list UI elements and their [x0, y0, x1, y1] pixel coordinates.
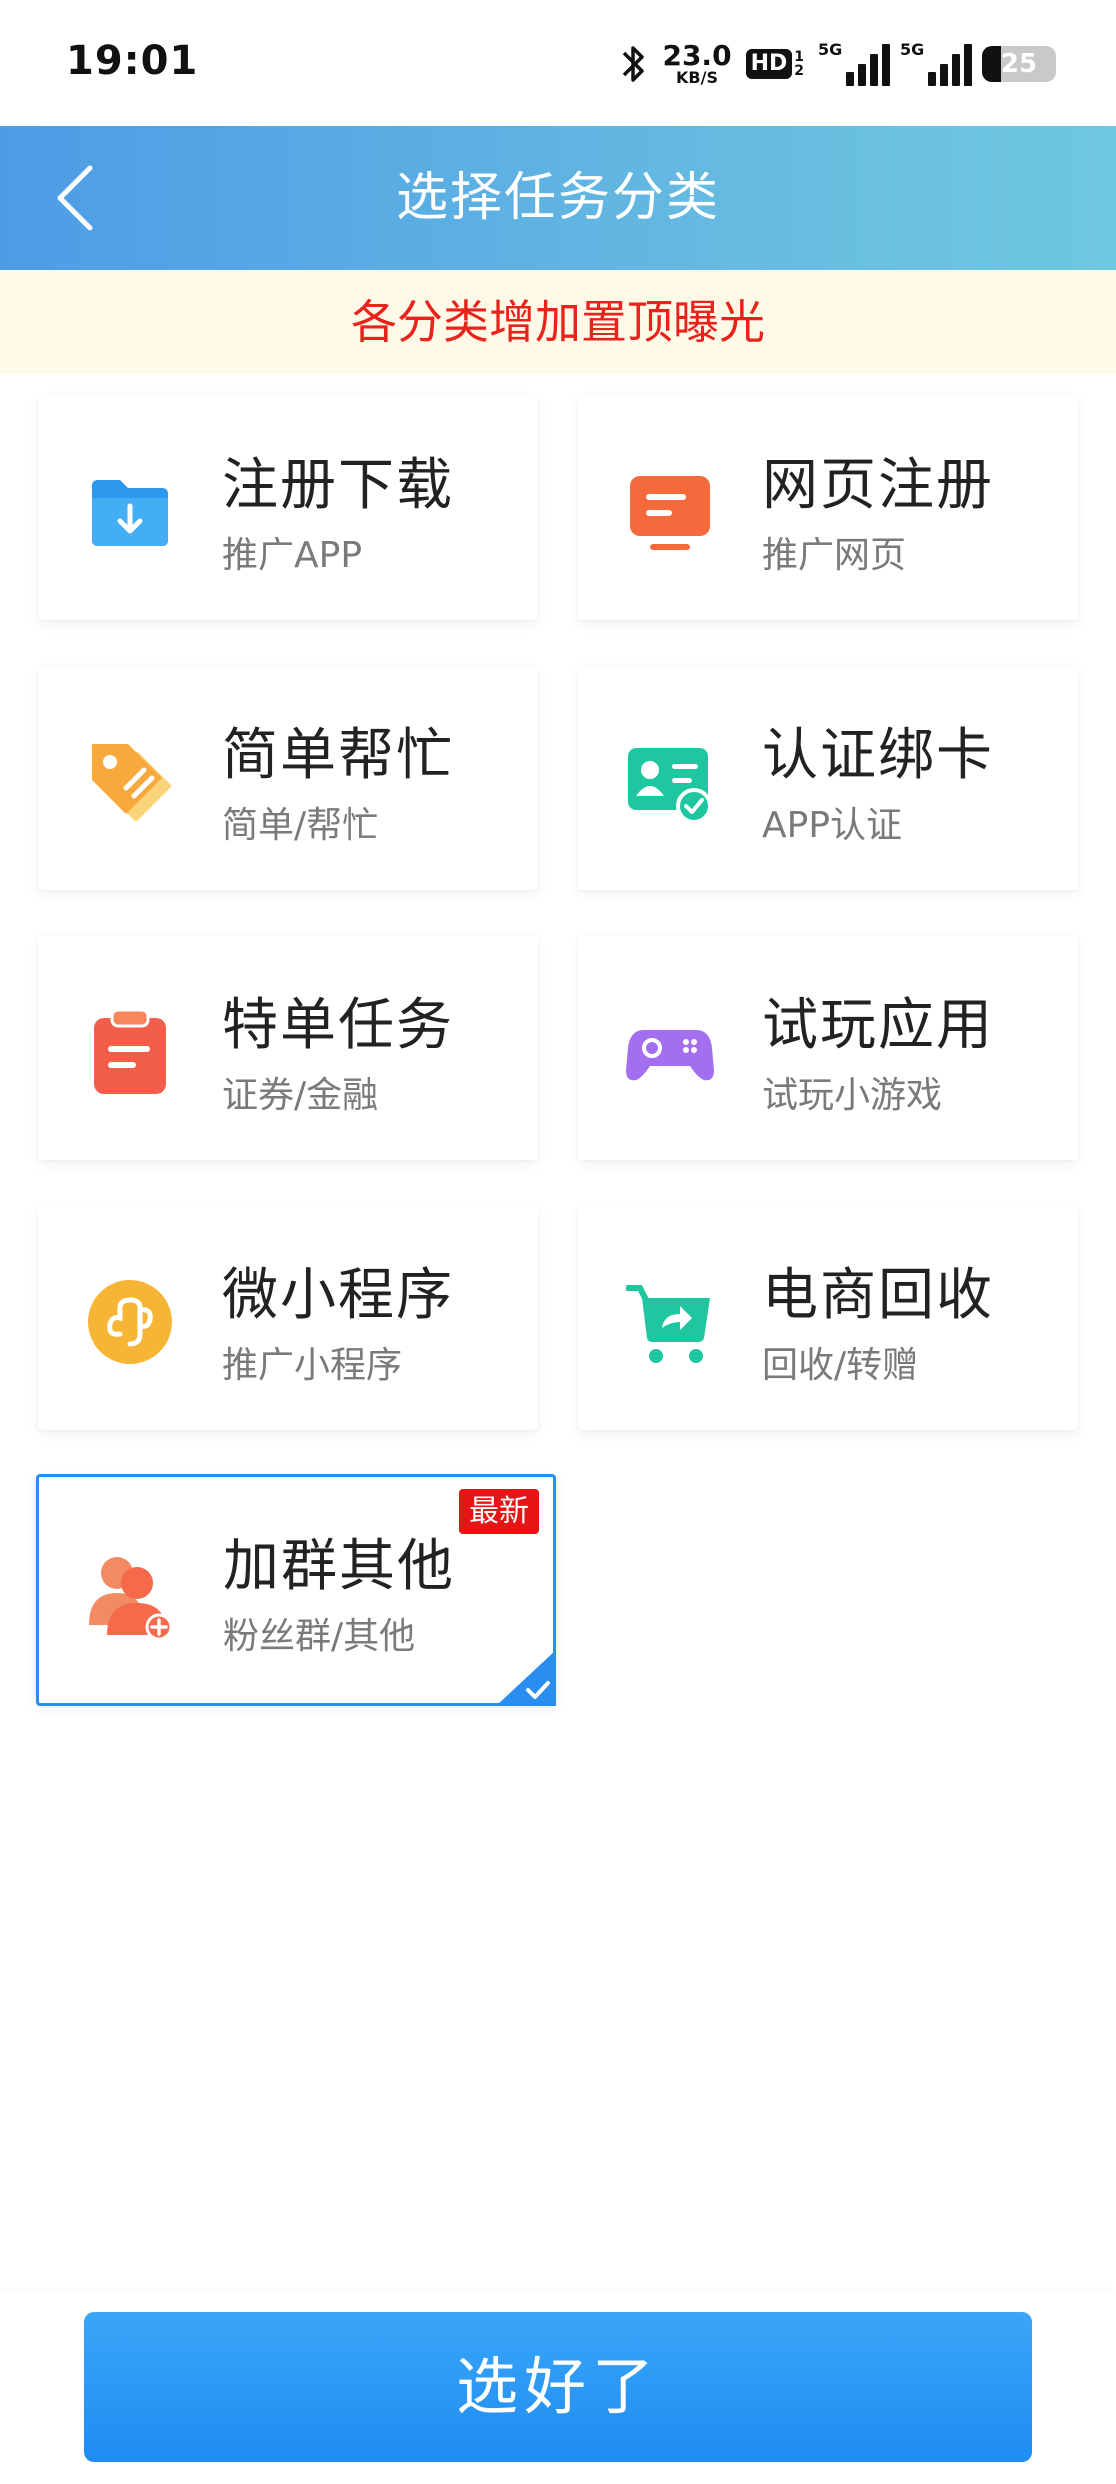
category-subtitle: 推广网页	[762, 535, 907, 576]
category-subtitle: 推广小程序	[222, 1345, 403, 1386]
category-title: 微小程序	[222, 1263, 454, 1328]
gamepad-icon	[626, 1030, 714, 1081]
status-bar: 19:01 23.0 KB/S HD 1 2 5G 5G 25	[0, 0, 1116, 126]
page-title: 选择任务分类	[395, 168, 720, 228]
bottom-bar: 选好了	[0, 2292, 1116, 2484]
confirm-button[interactable]: 选好了	[84, 2312, 1032, 2462]
new-badge: 最新	[459, 1489, 539, 1534]
cart-share-icon	[626, 1285, 710, 1363]
category-title: 特单任务	[222, 993, 454, 1058]
category-title: 电商回收	[762, 1263, 994, 1328]
check-icon	[496, 1650, 556, 1706]
mini-program-icon	[88, 1280, 172, 1364]
back-button[interactable]	[40, 162, 110, 234]
category-title: 简单帮忙	[222, 723, 454, 788]
signal-icon: 5G	[818, 40, 890, 86]
category-card-verify-card[interactable]: 认证绑卡 APP认证	[578, 666, 1078, 890]
notice-banner: 各分类增加置顶曝光	[0, 270, 1116, 374]
category-title: 认证绑卡	[762, 723, 994, 788]
category-subtitle: APP认证	[762, 805, 903, 846]
monitor-icon	[630, 476, 710, 550]
category-card-web-register[interactable]: 网页注册 推广网页	[578, 396, 1078, 620]
tag-icon	[92, 744, 172, 822]
category-title: 注册下载	[222, 453, 454, 518]
category-card-register-download[interactable]: 注册下载 推广APP	[38, 396, 538, 620]
folder-download-icon	[92, 480, 168, 546]
battery-icon: 25	[982, 46, 1056, 82]
nav-bar: 选择任务分类	[0, 126, 1116, 270]
clipboard-icon	[94, 1008, 166, 1094]
bluetooth-icon	[623, 46, 645, 82]
category-subtitle: 回收/转赠	[762, 1345, 919, 1386]
signal-icon: 5G	[900, 40, 972, 86]
category-card-ecommerce-recycle[interactable]: 电商回收 回收/转赠	[578, 1206, 1078, 1430]
category-card-simple-help[interactable]: 简单帮忙 简单/帮忙	[38, 666, 538, 890]
category-card-mini-program[interactable]: 微小程序 推广小程序	[38, 1206, 538, 1430]
category-subtitle: 证券/金融	[222, 1075, 379, 1116]
category-card-special-task[interactable]: 特单任务 证券/金融	[38, 936, 538, 1160]
hd-indicator: HD 1 2	[745, 49, 804, 79]
id-card-icon	[628, 748, 712, 824]
group-add-icon	[89, 1557, 173, 1639]
category-card-join-group[interactable]: 加群其他 粉丝群/其他 最新	[36, 1474, 556, 1706]
category-card-trial-app[interactable]: 试玩应用 试玩小游戏	[578, 936, 1078, 1160]
category-subtitle: 试玩小游戏	[762, 1075, 943, 1116]
status-time: 19:01	[66, 38, 199, 84]
category-title: 加群其他	[223, 1534, 455, 1599]
chevron-left-icon	[57, 165, 93, 231]
category-title: 网页注册	[762, 453, 994, 518]
status-icons: 23.0 KB/S HD 1 2 5G 5G 25	[618, 38, 1056, 90]
category-subtitle: 简单/帮忙	[222, 805, 379, 846]
category-subtitle: 粉丝群/其他	[223, 1616, 416, 1657]
category-grid: 注册下载 推广APP 网页注册 推广网页 简单帮忙 简单/帮忙 认证绑卡 APP…	[0, 374, 1116, 1706]
category-title: 试玩应用	[762, 993, 994, 1058]
category-subtitle: 推广APP	[222, 535, 363, 576]
network-speed: 23.0 KB/S	[662, 39, 732, 87]
